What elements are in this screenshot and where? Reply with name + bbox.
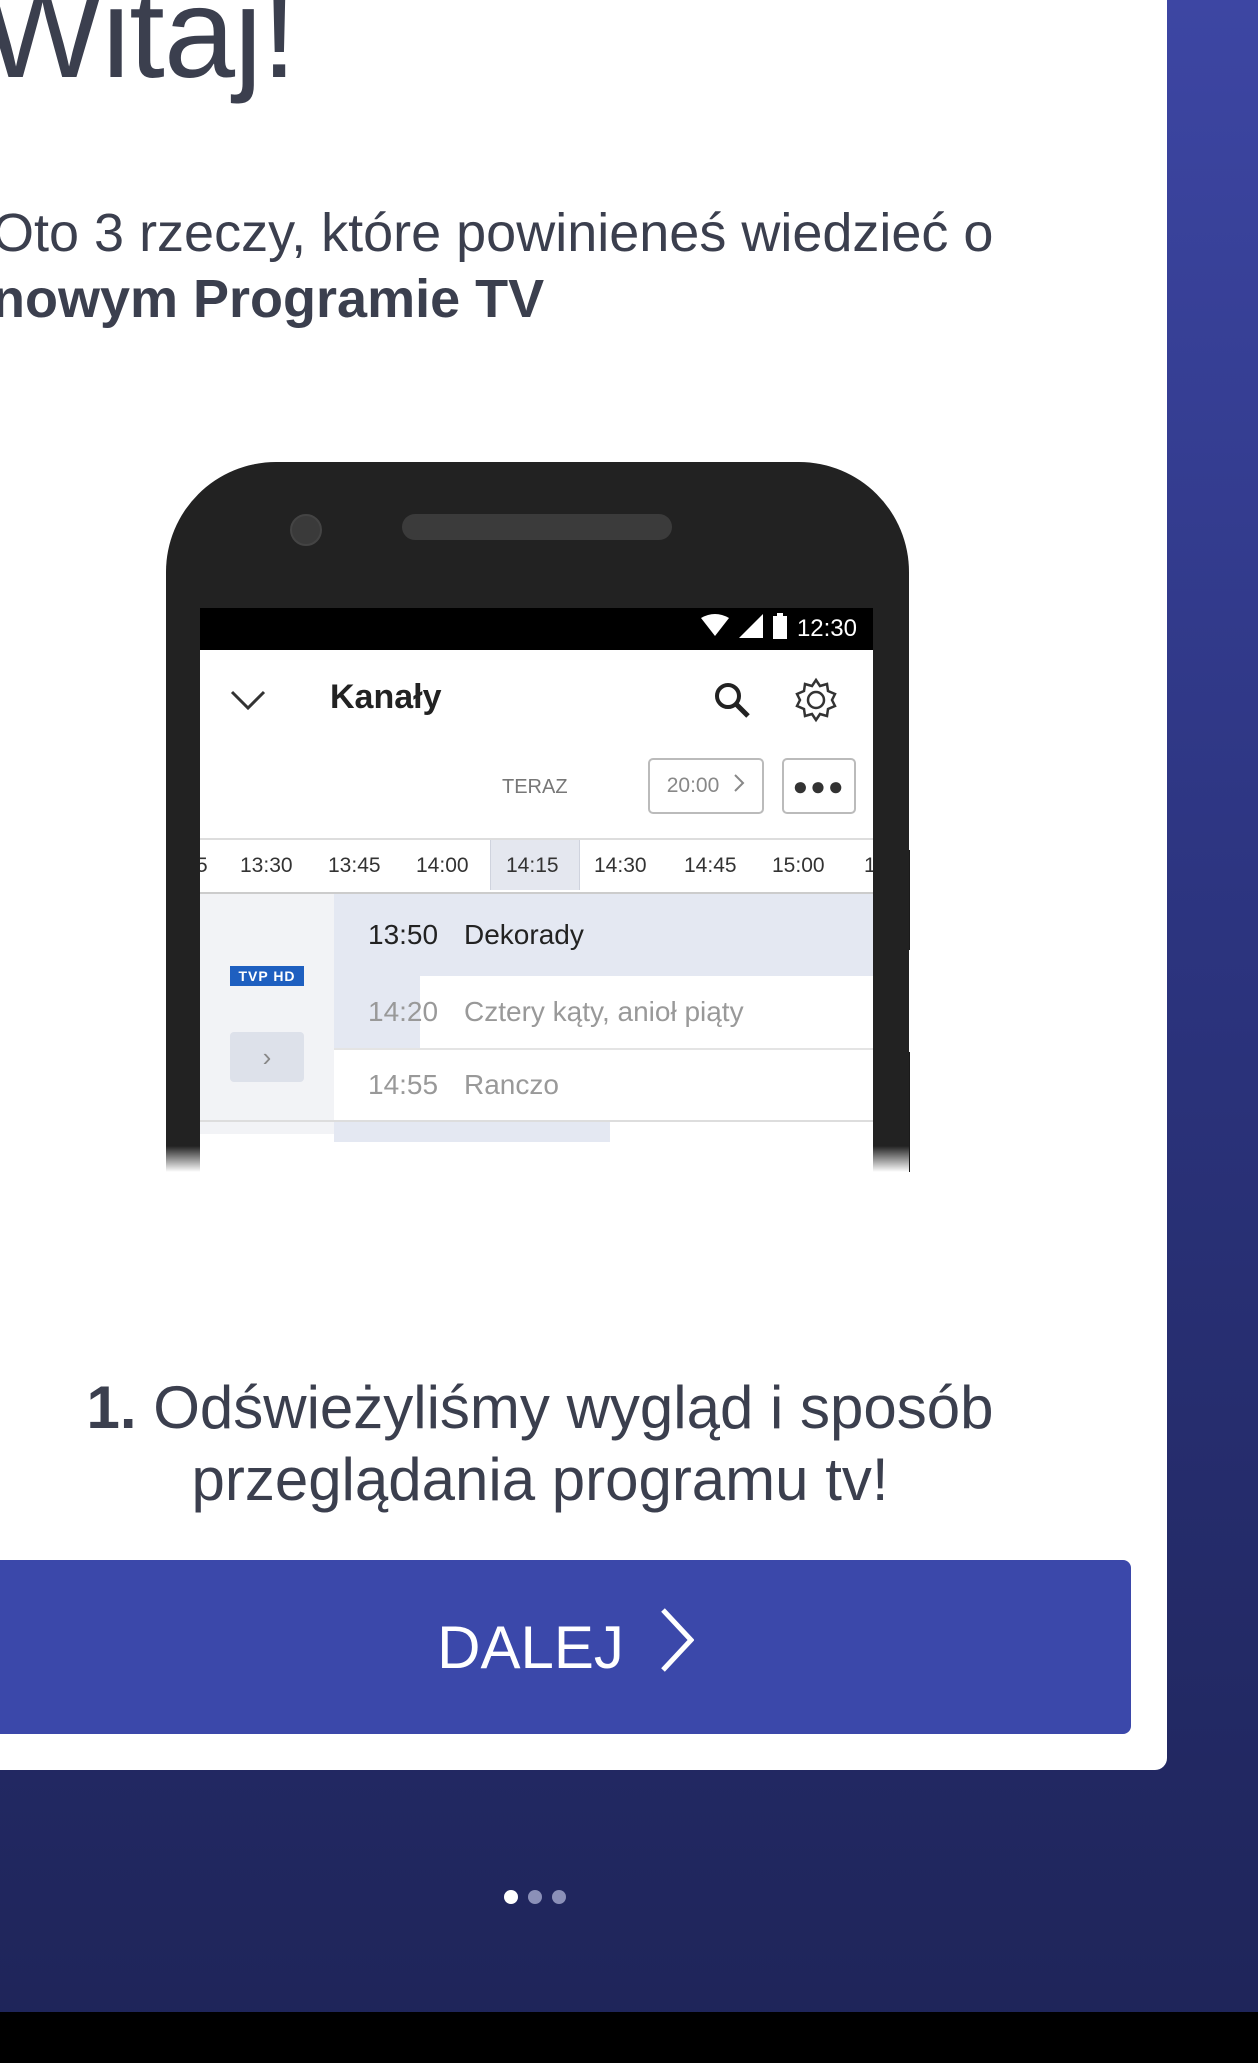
timeline-tick[interactable]: 14:00 — [416, 854, 469, 878]
time-filter-label: 20:00 — [666, 774, 720, 797]
program-row[interactable]: 13:50 Dekorady — [334, 894, 873, 976]
channel-column: TVP HD › — [200, 894, 334, 1134]
more-dots-icon: ●●● — [792, 770, 846, 801]
program-time: 14:55 — [368, 1069, 439, 1100]
channel-next-button[interactable]: › — [230, 1032, 304, 1082]
timeline-tick[interactable]: 5 — [200, 854, 208, 878]
program-title: Dekorady — [464, 919, 584, 950]
program-row[interactable]: 14:20 Cztery kąty, anioł piąty — [334, 976, 873, 1050]
phone-camera — [290, 514, 322, 546]
program-time: 13:50 — [368, 919, 439, 950]
timeline-tick[interactable]: 13:30 — [240, 854, 293, 878]
feature-number: 1. — [86, 1374, 137, 1441]
program-row-partial — [334, 1122, 610, 1142]
intro-line: Oto 3 rzeczy, które powinieneś wiedzieć … — [0, 203, 994, 263]
now-filter[interactable]: TERAZ — [502, 776, 568, 799]
status-time: 12:30 — [796, 615, 857, 642]
timeline-tick[interactable]: 14:45 — [684, 854, 737, 878]
page-dot — [528, 1890, 542, 1904]
chevron-down-icon[interactable] — [228, 680, 268, 720]
phone-screen: 12:30 Kanały TERAZ 20:00 ●●● 5 13:30 13:… — [200, 608, 873, 1172]
app-toolbar: Kanały — [200, 650, 873, 750]
next-button-label: DALEJ — [437, 1613, 624, 1681]
program-list: TVP HD › 13:50 Dekorady 14:20 Cztery kąt… — [200, 894, 873, 1142]
phone-illustration: 12:30 Kanały TERAZ 20:00 ●●● 5 13:30 13:… — [166, 462, 909, 1172]
caption-line: przeglądania programu tv! — [191, 1446, 889, 1513]
phone-speaker — [402, 514, 672, 540]
timeline-tick[interactable]: 14:15 — [506, 854, 559, 878]
gear-icon[interactable] — [792, 676, 840, 724]
battery-icon — [772, 612, 787, 646]
time-filter-button[interactable]: 20:00 — [648, 758, 764, 814]
program-title: Cztery kąty, anioł piąty — [464, 996, 744, 1027]
timeline-tick[interactable]: 15:00 — [772, 854, 825, 878]
toolbar-title: Kanały — [330, 678, 442, 716]
chevron-right-icon — [733, 773, 745, 799]
timeline-tick[interactable]: 1 — [864, 854, 873, 878]
filter-row: TERAZ 20:00 ●●● — [200, 750, 873, 838]
signal-icon — [738, 613, 763, 645]
program-row[interactable]: 14:55 Ranczo — [334, 1050, 873, 1120]
program-title: Ranczo — [464, 1069, 559, 1100]
intro-line-bold: nowym Programie TV — [0, 269, 545, 329]
timeline: 5 13:30 13:45 14:00 14:15 14:30 14:45 15:00 1 — [200, 838, 873, 894]
feature-caption: 1. Odświeżyliśmy wygląd i sposób przeglą… — [0, 1372, 1080, 1516]
caption-line: Odświeżyliśmy wygląd i sposób — [136, 1374, 994, 1441]
page-indicator — [504, 1890, 566, 1904]
search-icon[interactable] — [712, 680, 752, 720]
chevron-right-icon — [660, 1607, 695, 1687]
page-dot — [552, 1890, 566, 1904]
page-dot — [504, 1890, 518, 1904]
next-button[interactable]: DALEJ — [0, 1560, 1131, 1734]
program-time: 14:20 — [368, 996, 439, 1027]
onboarding-card: Witaj! Oto 3 rzeczy, które powinieneś wi… — [0, 0, 1167, 1770]
timeline-tick[interactable]: 13:45 — [328, 854, 381, 878]
system-navigation-bar — [0, 2012, 1258, 2063]
more-options-button[interactable]: ●●● — [782, 758, 856, 814]
intro-text: Oto 3 rzeczy, które powinieneś wiedzieć … — [0, 200, 1132, 332]
channel-logo: TVP HD — [230, 966, 304, 986]
timeline-tick[interactable]: 14:30 — [594, 854, 647, 878]
page-title: Witaj! — [0, 0, 297, 105]
status-bar: 12:30 — [200, 608, 873, 650]
wifi-icon — [700, 613, 729, 645]
